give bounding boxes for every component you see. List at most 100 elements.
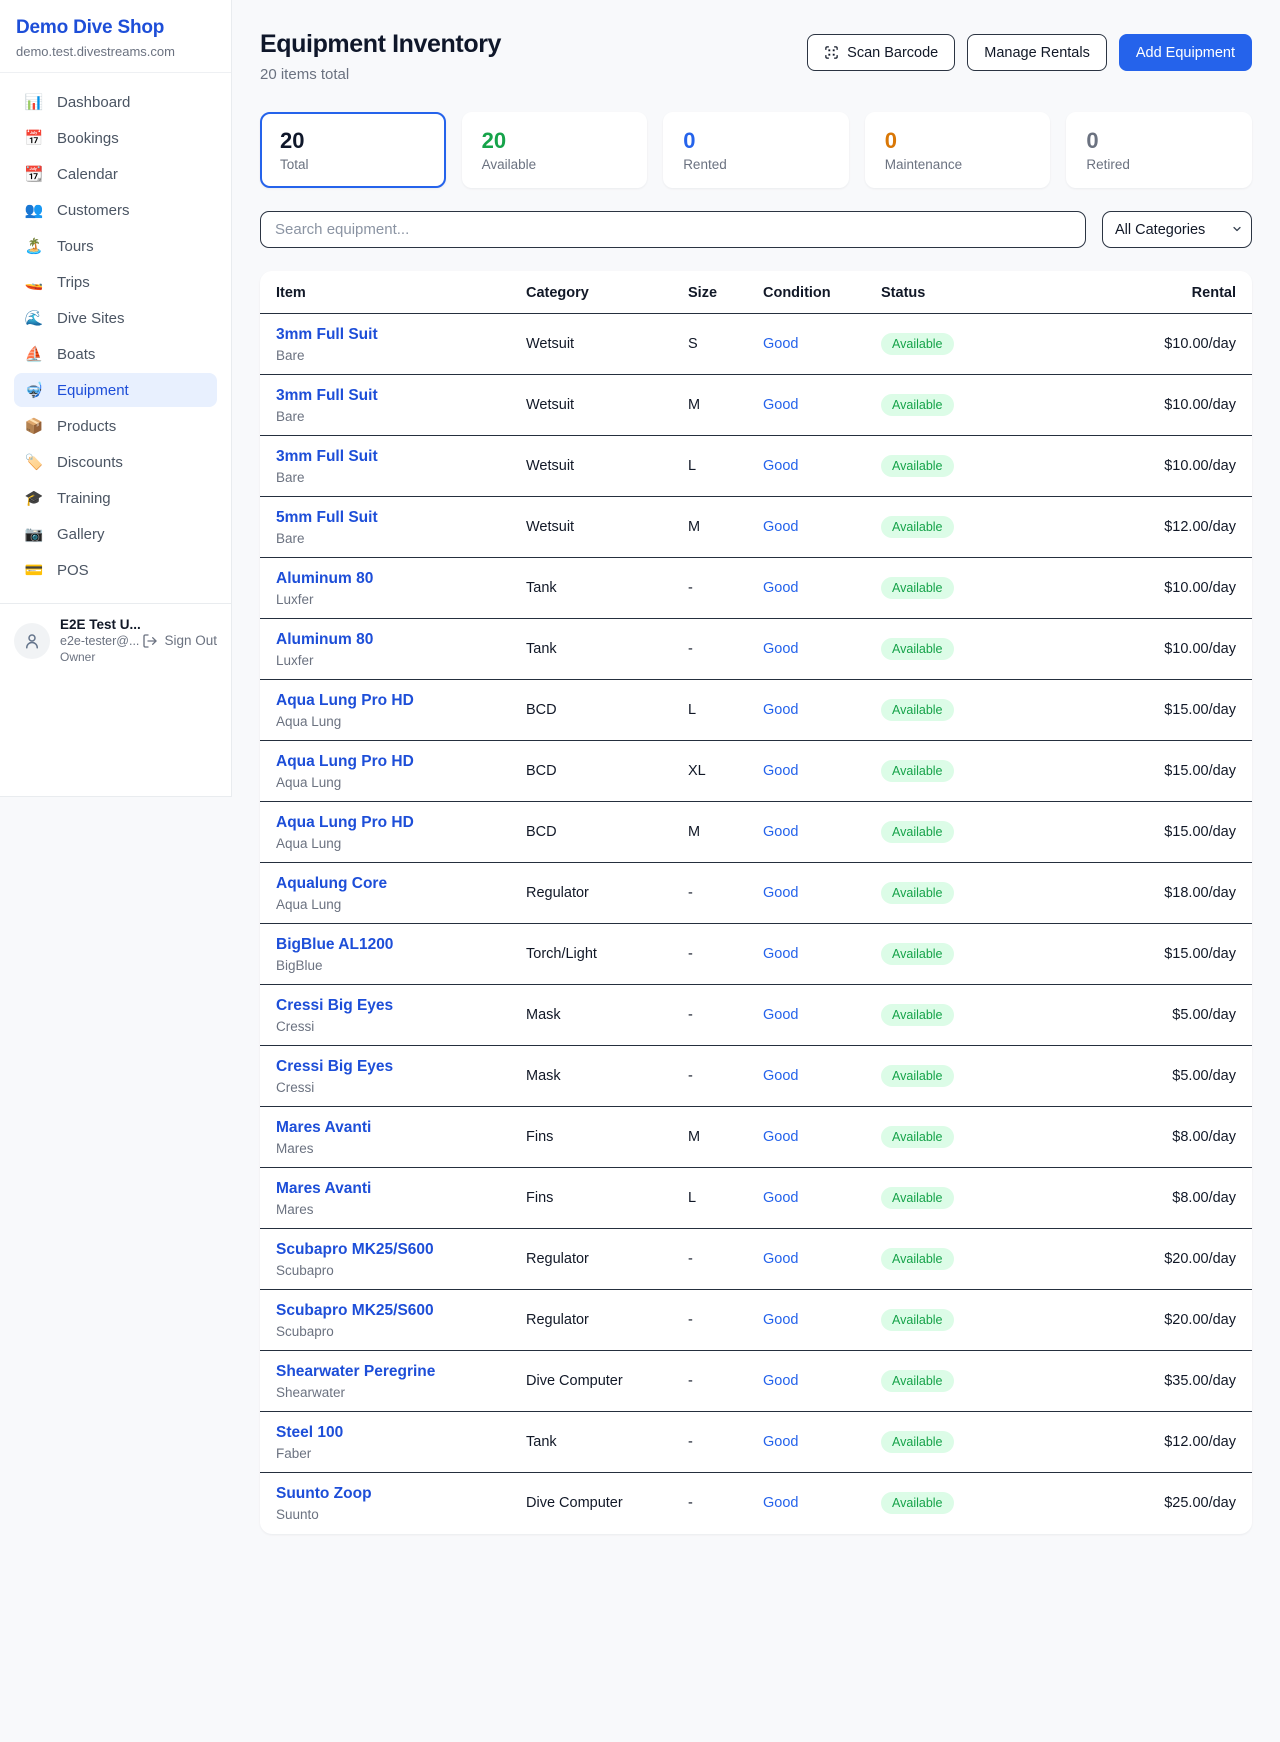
size-cell: - <box>672 1473 747 1534</box>
equipment-name-link[interactable]: Cressi Big Eyes <box>276 1058 393 1076</box>
sidebar-item-tours[interactable]: 🏝️ Tours <box>14 229 217 263</box>
equipment-name-link[interactable]: 3mm Full Suit <box>276 326 378 344</box>
equipment-brand: BigBlue <box>276 958 494 973</box>
main-content: Equipment Inventory 20 items total Scan … <box>232 0 1280 1568</box>
table-row: 3mm Full Suit Bare Wetsuit M Good Availa… <box>260 375 1252 436</box>
condition-link[interactable]: Good <box>763 580 798 596</box>
condition-link[interactable]: Good <box>763 1129 798 1145</box>
table-row: BigBlue AL1200 BigBlue Torch/Light - Goo… <box>260 924 1252 985</box>
status-badge: Available <box>881 455 954 477</box>
condition-link[interactable]: Good <box>763 397 798 413</box>
size-cell: - <box>672 619 747 680</box>
condition-link[interactable]: Good <box>763 702 798 718</box>
equipment-name-link[interactable]: 5mm Full Suit <box>276 509 378 527</box>
sidebar-item-products[interactable]: 📦 Products <box>14 409 217 443</box>
rental-cell: $12.00/day <box>1015 497 1252 558</box>
table-row: Mares Avanti Mares Fins L Good Available… <box>260 1168 1252 1229</box>
rental-cell: $15.00/day <box>1015 924 1252 985</box>
condition-link[interactable]: Good <box>763 519 798 535</box>
condition-link[interactable]: Good <box>763 1434 798 1450</box>
equipment-brand: Bare <box>276 470 494 485</box>
equipment-name-link[interactable]: 3mm Full Suit <box>276 448 378 466</box>
stat-card-rented[interactable]: 0 Rented <box>663 112 849 188</box>
sidebar-item-label: Trips <box>57 274 90 291</box>
equipment-name-link[interactable]: Aqualung Core <box>276 875 387 893</box>
sidebar-item-gallery[interactable]: 📷 Gallery <box>14 517 217 551</box>
sign-out-button[interactable]: Sign Out <box>142 633 217 649</box>
equipment-name-link[interactable]: Aluminum 80 <box>276 631 373 649</box>
status-badge: Available <box>881 577 954 599</box>
table-row: Aqua Lung Pro HD Aqua Lung BCD XL Good A… <box>260 741 1252 802</box>
equipment-name-link[interactable]: Mares Avanti <box>276 1180 371 1198</box>
condition-link[interactable]: Good <box>763 1068 798 1084</box>
search-input[interactable] <box>260 211 1086 248</box>
rental-cell: $35.00/day <box>1015 1351 1252 1412</box>
condition-link[interactable]: Good <box>763 1190 798 1206</box>
size-cell: XL <box>672 741 747 802</box>
sidebar-item-label: Tours <box>57 238 94 255</box>
user-email: e2e-tester@... <box>60 634 132 648</box>
sidebar-item-boats[interactable]: ⛵ Boats <box>14 337 217 371</box>
scan-barcode-button[interactable]: Scan Barcode <box>807 34 955 71</box>
manage-rentals-button[interactable]: Manage Rentals <box>967 34 1107 71</box>
sign-out-label: Sign Out <box>164 633 217 648</box>
sidebar-item-dashboard[interactable]: 📊 Dashboard <box>14 85 217 119</box>
condition-link[interactable]: Good <box>763 1373 798 1389</box>
size-cell: M <box>672 375 747 436</box>
sidebar-item-pos[interactable]: 💳 POS <box>14 553 217 587</box>
stat-card-retired[interactable]: 0 Retired <box>1066 112 1252 188</box>
equipment-name-link[interactable]: Aqua Lung Pro HD <box>276 814 414 832</box>
sidebar-item-dive-sites[interactable]: 🌊 Dive Sites <box>14 301 217 335</box>
equipment-name-link[interactable]: Aqua Lung Pro HD <box>276 692 414 710</box>
island-icon: 🏝️ <box>24 237 44 255</box>
condition-link[interactable]: Good <box>763 1251 798 1267</box>
condition-link[interactable]: Good <box>763 641 798 657</box>
equipment-name-link[interactable]: Aqua Lung Pro HD <box>276 753 414 771</box>
sidebar-item-label: Customers <box>57 202 130 219</box>
status-badge: Available <box>881 516 954 538</box>
sidebar-item-training[interactable]: 🎓 Training <box>14 481 217 515</box>
equipment-name-link[interactable]: BigBlue AL1200 <box>276 936 393 954</box>
equipment-name-link[interactable]: 3mm Full Suit <box>276 387 378 405</box>
equipment-brand: Bare <box>276 409 494 424</box>
sidebar-item-customers[interactable]: 👥 Customers <box>14 193 217 227</box>
stat-card-available[interactable]: 20 Available <box>462 112 648 188</box>
equipment-brand: Cressi <box>276 1080 494 1095</box>
brand-name[interactable]: Demo Dive Shop <box>16 17 215 39</box>
equipment-name-link[interactable]: Scubapro MK25/S600 <box>276 1302 434 1320</box>
condition-link[interactable]: Good <box>763 885 798 901</box>
stat-card-maintenance[interactable]: 0 Maintenance <box>865 112 1051 188</box>
equipment-name-link[interactable]: Steel 100 <box>276 1424 343 1442</box>
rental-cell: $18.00/day <box>1015 863 1252 924</box>
category-cell: Tank <box>510 558 672 619</box>
table-row: Cressi Big Eyes Cressi Mask - Good Avail… <box>260 985 1252 1046</box>
equipment-name-link[interactable]: Mares Avanti <box>276 1119 371 1137</box>
diving-mask-icon: 🤿 <box>24 381 44 399</box>
equipment-name-link[interactable]: Shearwater Peregrine <box>276 1363 435 1381</box>
column-header-rental: Rental <box>1015 271 1252 314</box>
condition-link[interactable]: Good <box>763 1007 798 1023</box>
category-select[interactable]: All Categories <box>1102 211 1252 248</box>
equipment-name-link[interactable]: Cressi Big Eyes <box>276 997 393 1015</box>
sidebar-item-equipment[interactable]: 🤿 Equipment <box>14 373 217 407</box>
condition-link[interactable]: Good <box>763 458 798 474</box>
condition-link[interactable]: Good <box>763 1312 798 1328</box>
condition-link[interactable]: Good <box>763 763 798 779</box>
equipment-name-link[interactable]: Suunto Zoop <box>276 1485 372 1503</box>
sidebar-item-calendar[interactable]: 📆 Calendar <box>14 157 217 191</box>
sidebar-item-trips[interactable]: 🚤 Trips <box>14 265 217 299</box>
equipment-name-link[interactable]: Aluminum 80 <box>276 570 373 588</box>
condition-link[interactable]: Good <box>763 946 798 962</box>
sidebar-item-discounts[interactable]: 🏷️ Discounts <box>14 445 217 479</box>
table-row: Scubapro MK25/S600 Scubapro Regulator - … <box>260 1229 1252 1290</box>
condition-link[interactable]: Good <box>763 1495 798 1511</box>
sidebar-item-bookings[interactable]: 📅 Bookings <box>14 121 217 155</box>
add-equipment-button[interactable]: Add Equipment <box>1119 34 1252 71</box>
stat-card-total[interactable]: 20 Total <box>260 112 446 188</box>
equipment-name-link[interactable]: Scubapro MK25/S600 <box>276 1241 434 1259</box>
category-cell: Wetsuit <box>510 375 672 436</box>
sidebar-item-label: Bookings <box>57 130 119 147</box>
condition-link[interactable]: Good <box>763 336 798 352</box>
condition-link[interactable]: Good <box>763 824 798 840</box>
size-cell: - <box>672 558 747 619</box>
